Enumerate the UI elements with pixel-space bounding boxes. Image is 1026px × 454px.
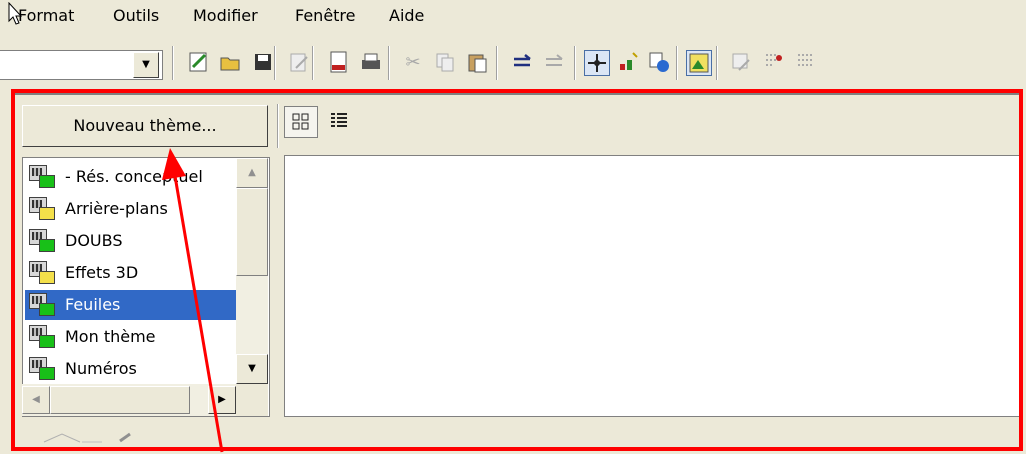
cut-icon[interactable]: ✂ — [400, 50, 426, 76]
open-folder-icon[interactable] — [218, 50, 244, 76]
paste-icon[interactable] — [464, 50, 490, 76]
stylist-icon[interactable] — [616, 50, 642, 76]
annotation-highlight-frame — [11, 89, 1023, 451]
controls-icon[interactable] — [762, 50, 788, 76]
menu-fenetre[interactable]: Fenêtre — [295, 6, 356, 25]
menu-bar: Format Outils Modifier Fenêtre Aide — [0, 0, 1026, 34]
toolbar-separator — [496, 46, 498, 80]
toolbar-separator — [574, 46, 576, 80]
mouse-cursor-icon — [8, 2, 23, 25]
toolbar-separator — [274, 46, 276, 80]
toolbar-separator — [716, 46, 718, 80]
new-document-icon[interactable] — [186, 50, 212, 76]
undo-arrows-icon[interactable] — [510, 50, 536, 76]
menu-outils[interactable]: Outils — [113, 6, 159, 25]
toolbar-separator — [676, 46, 678, 80]
menu-aide[interactable]: Aide — [389, 6, 424, 25]
edit-file-icon[interactable] — [286, 50, 312, 76]
print-icon[interactable] — [358, 50, 384, 76]
menu-format[interactable]: Format — [18, 6, 74, 25]
gallery-globe-icon[interactable] — [646, 50, 672, 76]
copy-icon[interactable] — [432, 50, 458, 76]
toolbar-separator — [172, 46, 174, 80]
save-icon[interactable] — [250, 50, 276, 76]
toolbar-separator — [388, 46, 390, 80]
gallery-icon[interactable] — [686, 50, 712, 76]
export-pdf-icon[interactable] — [326, 50, 352, 76]
dropdown-arrow-icon[interactable]: ▼ — [133, 52, 159, 78]
navigator-icon[interactable] — [584, 50, 610, 76]
grid-icon[interactable] — [794, 50, 820, 76]
toolbar-separator — [312, 46, 314, 80]
redo-arrows-icon[interactable] — [542, 50, 568, 76]
menu-modifier[interactable]: Modifier — [193, 6, 258, 25]
image-icon[interactable] — [728, 50, 754, 76]
